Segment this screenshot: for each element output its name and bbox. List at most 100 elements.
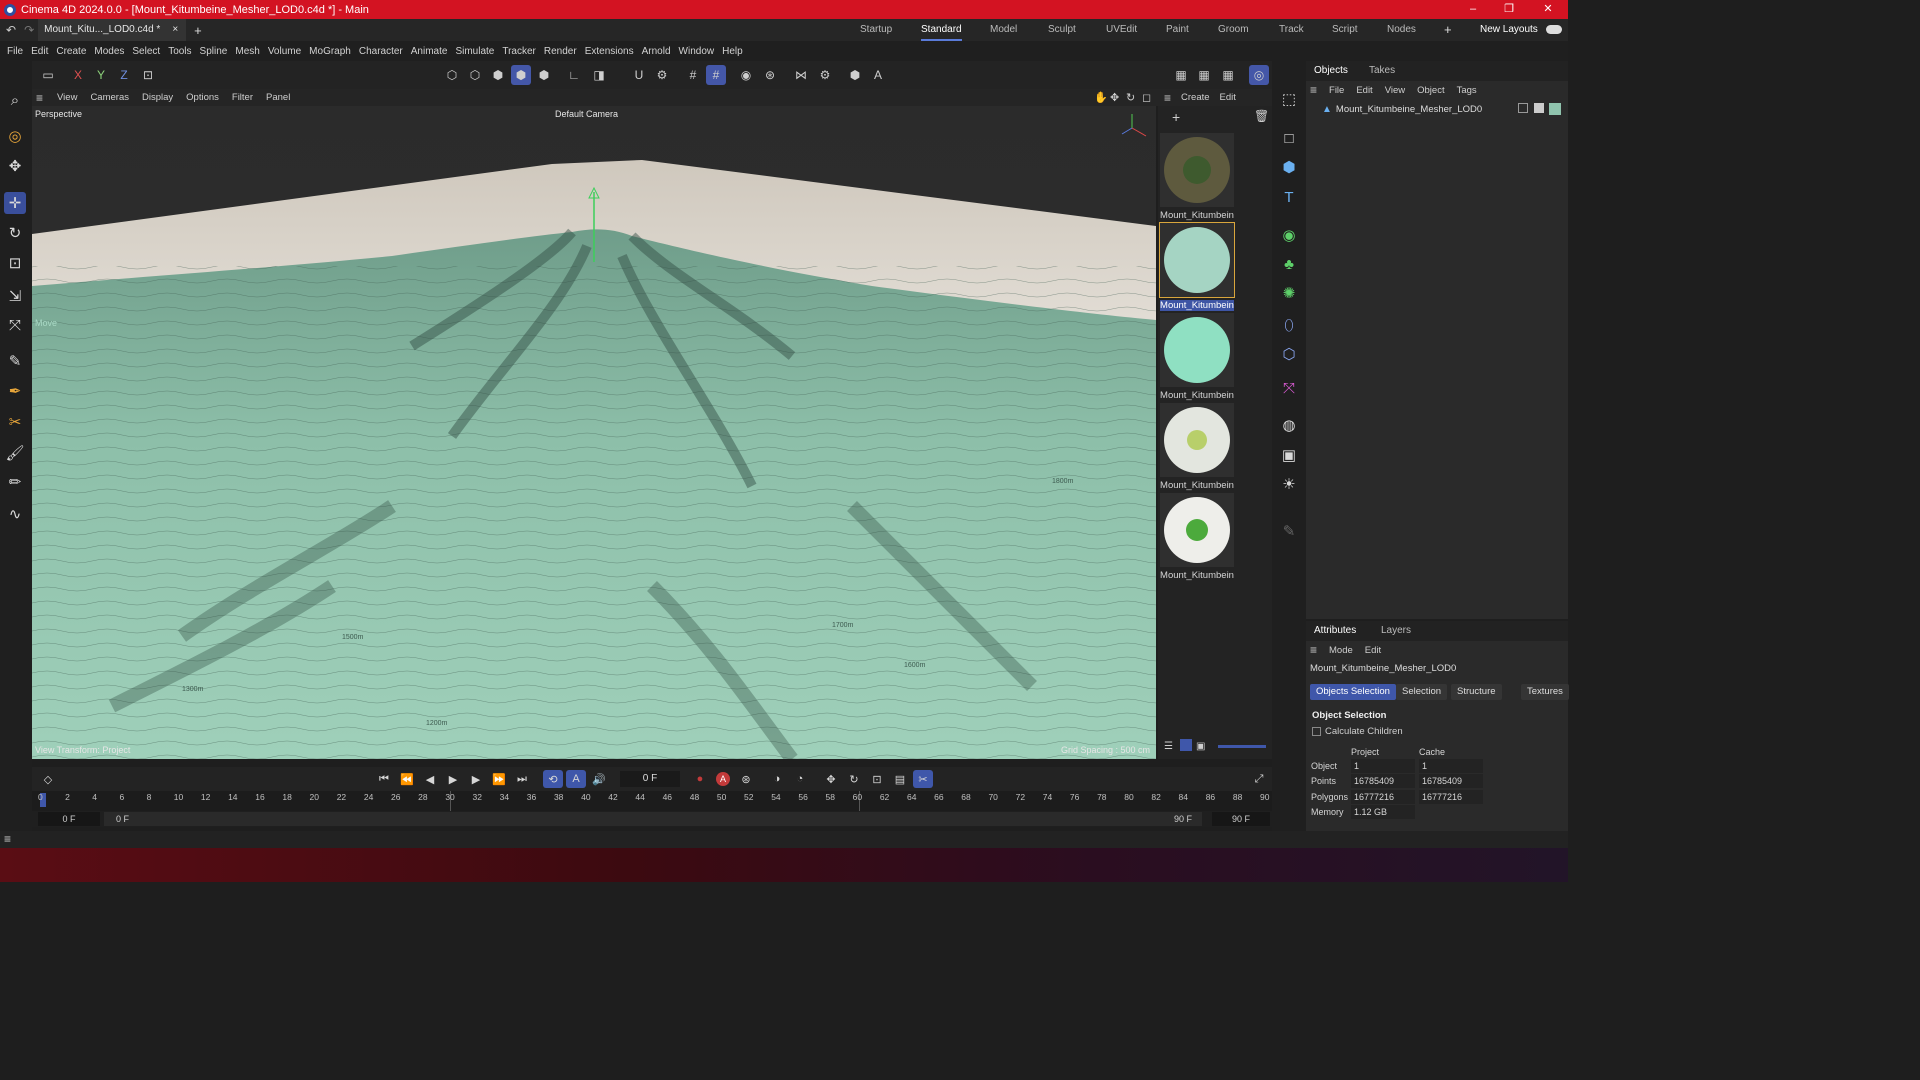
large-view-icon[interactable]: ▣ [1196,741,1205,752]
objects-menu-tags[interactable]: Tags [1457,85,1477,96]
objects-menu-icon[interactable]: ≡ [1310,83,1317,97]
play-icon[interactable]: ▶ [443,770,463,788]
layout-tab-startup[interactable]: Startup [860,19,892,41]
menu-tracker[interactable]: Tracker [502,46,536,57]
autokey-mode-icon[interactable]: A [566,770,586,788]
effector-icon[interactable]: ✺ [1277,281,1301,305]
layout-tab-sculpt[interactable]: Sculpt [1048,19,1076,41]
tab-attributes[interactable]: Attributes [1314,625,1356,636]
generator-icon[interactable]: ◉ [1277,223,1301,247]
preview-size-slider[interactable] [1218,745,1266,748]
viewport-menu-cameras[interactable]: Cameras [90,92,129,103]
menu-extensions[interactable]: Extensions [585,46,634,57]
axis-mode-icon[interactable]: ∟ [564,65,584,85]
menu-mograph[interactable]: MoGraph [309,46,351,57]
render-settings-icon[interactable]: ⊛ [760,65,780,85]
range-end-field[interactable]: 90 F [1212,812,1270,826]
workplane-icon[interactable]: # [683,65,703,85]
next-frame-icon[interactable]: ▶ [466,770,486,788]
material-item[interactable]: Mount_Kitumbein [1159,222,1235,311]
object-row[interactable]: ▲ Mount_Kitumbeine_Mesher_LOD0 [1306,101,1568,117]
move-view-icon[interactable]: ✥ [1110,91,1119,104]
menu-arnold[interactable]: Arnold [642,46,671,57]
add-material-icon[interactable]: + [1172,109,1180,125]
keyframe-selection-icon[interactable]: ⊛ [736,770,756,788]
symmetry-icon[interactable]: ⋈ [791,65,811,85]
text-icon[interactable]: T [1277,185,1301,209]
layout-tab-script[interactable]: Script [1332,19,1358,41]
undo-icon[interactable]: ↶ [6,23,16,37]
go-to-start-icon[interactable]: ⏮ [374,770,394,788]
viewport-menu-display[interactable]: Display [142,92,173,103]
auto-mode-icon[interactable]: A [868,65,888,85]
scale-key-icon[interactable]: ⊡ [867,770,887,788]
material-item[interactable]: Mount_Kitumbein [1160,133,1234,221]
go-to-end-icon[interactable]: ⏭ [512,770,532,788]
layout-tab-track[interactable]: Track [1279,19,1304,41]
phong-tag-icon[interactable] [1518,103,1528,113]
viewport-menu-filter[interactable]: Filter [232,92,253,103]
status-menu-icon[interactable]: ≡ [4,832,11,846]
next-key-icon[interactable]: ⏩ [489,770,509,788]
close-window-button[interactable]: ✕ [1530,0,1566,19]
tweak-tool-icon[interactable]: ✥ [4,155,26,177]
render-settings-clapper-icon[interactable]: ▦ [1218,65,1238,85]
model-mode-icon[interactable]: ⬢ [511,65,531,85]
tab-takes[interactable]: Takes [1369,65,1395,76]
sound-icon[interactable]: 🔊 [589,770,609,788]
viewport-menu-icon[interactable]: ≡ [36,91,43,105]
motion-icon[interactable]: ◑ [767,770,787,788]
deformer-icon[interactable]: ⬯ [1277,313,1301,337]
list-view-icon[interactable]: ☰ [1164,741,1173,752]
menu-file[interactable]: File [7,46,23,57]
menu-select[interactable]: Select [132,46,160,57]
object-manager-icon[interactable]: ⬚ [1277,87,1301,111]
render-picture-viewer-icon[interactable]: ▦ [1194,65,1214,85]
cube-icon[interactable]: ⬢ [1277,155,1301,179]
material-item[interactable]: Mount_Kitumbein [1160,403,1234,491]
render-view-icon[interactable]: ▦ [1171,65,1191,85]
objects-menu-edit[interactable]: Edit [1356,85,1372,96]
grid-view-icon[interactable] [1180,739,1192,751]
menu-volume[interactable]: Volume [268,46,301,57]
menu-modes[interactable]: Modes [94,46,124,57]
current-frame-field[interactable]: 0 F [620,771,680,787]
sculpt-tool-icon[interactable]: ∿ [4,503,26,525]
3d-viewport[interactable]: Perspective Default Camera Move 1800m 17… [32,106,1156,759]
close-tab-icon[interactable]: × [172,19,178,41]
add-tab-icon[interactable]: + [194,23,202,38]
edges-mode-icon[interactable]: ⬡ [465,65,485,85]
menu-character[interactable]: Character [359,46,403,57]
param-key-icon[interactable]: ▤ [890,770,910,788]
cloner-icon[interactable]: ♣ [1277,252,1301,276]
layout-toggle[interactable] [1546,25,1562,34]
range-slider[interactable] [104,812,1202,826]
attributes-menu-mode[interactable]: Mode [1329,645,1353,656]
move-tool-icon[interactable]: ✛ [4,192,26,214]
menu-help[interactable]: Help [722,46,743,57]
textures-button[interactable]: Textures [1521,684,1569,700]
previous-frame-icon[interactable]: ◀ [420,770,440,788]
redo-icon[interactable]: ↷ [24,23,34,37]
previous-key-icon[interactable]: ⏪ [397,770,417,788]
viewport-menu-panel[interactable]: Panel [266,92,290,103]
field-icon[interactable]: ⬡ [1277,342,1301,366]
spline-pen-icon[interactable]: ✒ [4,380,26,402]
timeline-ruler[interactable]: 0 2 4 6 8 10 12 14 16 18 20 22 24 26 28 30 32 34 36 38 40 42 4… [32,791,1272,811]
y-axis-lock[interactable]: Y [91,65,111,85]
calculate-children-checkbox[interactable] [1312,727,1321,736]
layout-tab-groom[interactable]: Groom [1218,19,1249,41]
key-settings-icon[interactable]: ◔ [790,770,810,788]
layout-tab-uvedit[interactable]: UVEdit [1106,19,1137,41]
spline-icon[interactable]: ⤧ [1277,376,1301,400]
attributes-menu-icon[interactable]: ≡ [1310,643,1317,657]
local-coords-icon[interactable]: ⊡ [138,65,158,85]
viewport-menu-view[interactable]: View [57,92,77,103]
grid-snap-icon[interactable]: # [706,65,726,85]
menu-mesh[interactable]: Mesh [235,46,259,57]
camera-icon[interactable]: ▣ [1277,443,1301,467]
timeline-expand-icon[interactable]: ⤢ [1249,770,1269,788]
texture-mode-icon[interactable]: ◨ [589,65,609,85]
objects-menu-file[interactable]: File [1329,85,1344,96]
document-tab[interactable]: Mount_Kitu..._LOD0.c4d * × [38,19,187,41]
